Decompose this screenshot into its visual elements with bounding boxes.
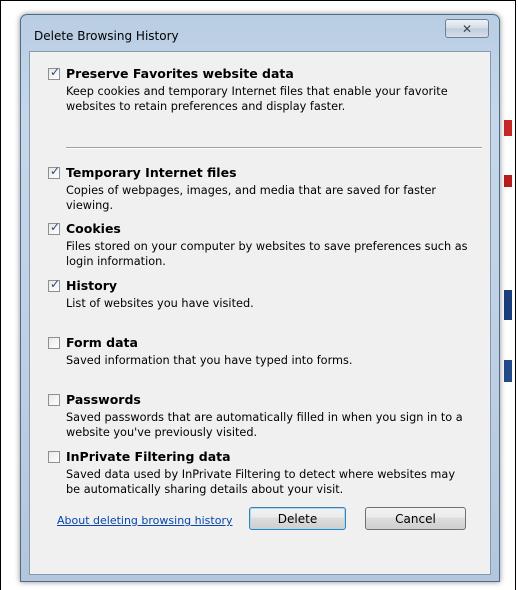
history-checkbox[interactable] [48, 277, 60, 292]
temporary-internet-files-checkbox[interactable] [48, 164, 60, 179]
option-title: Temporary Internet files [66, 165, 237, 180]
option-description: Copies of webpages, images, and media th… [66, 184, 437, 212]
separator [66, 147, 482, 149]
dialog-client-area: Preserve Favorites website data Keep coo… [29, 51, 491, 575]
background-window-fragment [504, 120, 512, 136]
option-description: Files stored on your computer by website… [66, 240, 468, 268]
delete-button[interactable]: Delete [249, 507, 346, 530]
option-description: Saved data used by InPrivate Filtering t… [66, 468, 456, 496]
dialog-title: Delete Browsing History [34, 29, 179, 43]
close-icon: ✕ [461, 21, 473, 36]
option-inprivate-filtering: InPrivate Filtering data Saved data used… [48, 449, 468, 497]
background-window-fragment [504, 360, 512, 382]
preserve-favorites-checkbox[interactable] [48, 65, 60, 80]
cookies-checkbox[interactable] [48, 220, 60, 235]
option-history: History List of websites you have visite… [48, 277, 468, 311]
option-title: History [66, 278, 118, 293]
option-title: Preserve Favorites website data [66, 66, 294, 81]
option-preserve-favorites: Preserve Favorites website data Keep coo… [48, 65, 468, 114]
option-description: Keep cookies and temporary Internet file… [66, 85, 448, 113]
passwords-checkbox[interactable] [48, 393, 60, 406]
option-description: Saved passwords that are automatically f… [66, 411, 463, 439]
form-data-checkbox[interactable] [48, 336, 60, 349]
option-passwords: Passwords Saved passwords that are autom… [48, 392, 468, 440]
option-temporary-internet-files: Temporary Internet files Copies of webpa… [48, 164, 468, 213]
background-window-fragment [504, 175, 512, 187]
option-cookies: Cookies Files stored on your computer by… [48, 220, 468, 269]
background-window-fragment [504, 290, 512, 320]
option-title: Cookies [66, 221, 121, 236]
option-description: List of websites you have visited. [66, 297, 254, 310]
cancel-button[interactable]: Cancel [365, 507, 466, 530]
option-form-data: Form data Saved information that you hav… [48, 335, 468, 368]
option-title: Form data [66, 335, 138, 350]
option-description: Saved information that you have typed in… [66, 354, 353, 367]
close-button[interactable]: ✕ [445, 19, 489, 38]
option-title: InPrivate Filtering data [66, 449, 231, 464]
about-deleting-history-link[interactable]: About deleting browsing history [57, 514, 232, 527]
delete-browsing-history-dialog: Delete Browsing History ✕ Preserve Favor… [20, 14, 500, 582]
inprivate-filtering-checkbox[interactable] [48, 450, 60, 463]
option-title: Passwords [66, 392, 141, 407]
